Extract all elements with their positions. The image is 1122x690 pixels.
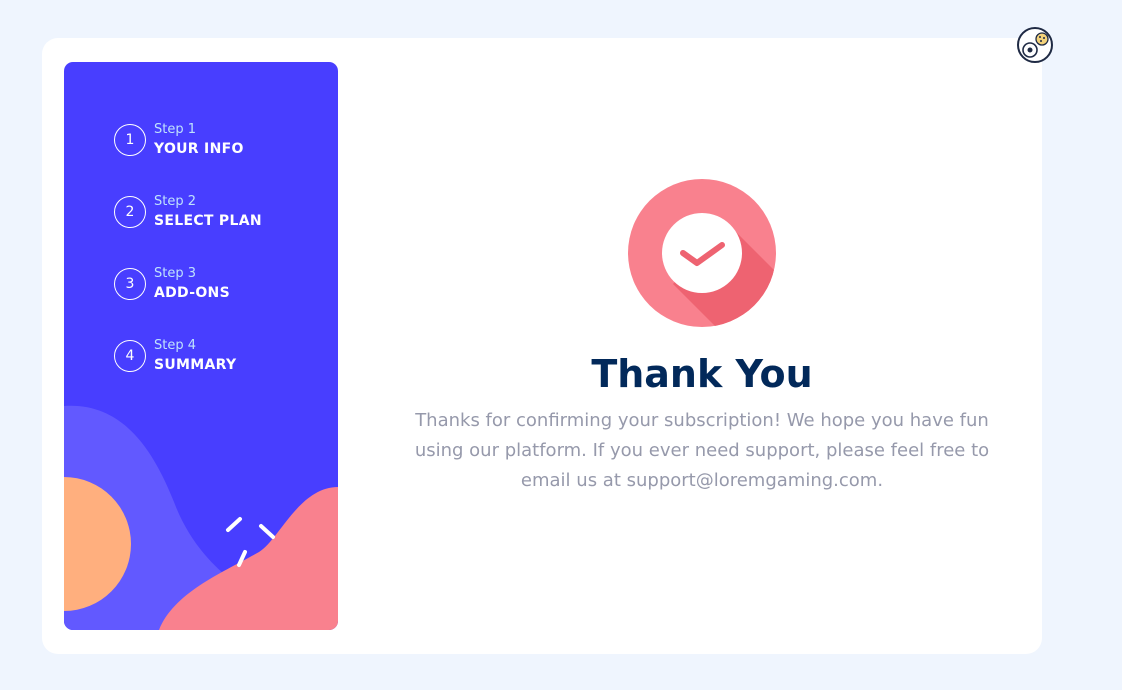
step-sidebar: 1 Step 1 YOUR INFO 2 Step 2 SELECT PLAN … xyxy=(64,62,338,630)
step-item-your-info[interactable]: 1 Step 1 YOUR INFO xyxy=(114,116,262,164)
step-number: 3 xyxy=(114,268,146,300)
step-label: Step 1 xyxy=(154,121,197,137)
checkmark-icon xyxy=(628,179,776,327)
thank-you-message: Thanks for confirming your subscription!… xyxy=(414,410,990,491)
page-title: Thank You xyxy=(591,352,813,396)
user-avatar-icon[interactable] xyxy=(1016,26,1054,64)
step-item-summary[interactable]: 4 Step 4 SUMMARY xyxy=(114,332,262,380)
step-title: ADD-ONS xyxy=(154,285,230,302)
step-title: SELECT PLAN xyxy=(154,213,262,230)
step-label: Step 3 xyxy=(154,265,197,281)
step-number: 4 xyxy=(114,340,146,372)
step-item-select-plan[interactable]: 2 Step 2 SELECT PLAN xyxy=(114,188,262,236)
step-title: YOUR INFO xyxy=(154,141,244,158)
step-label: Step 4 xyxy=(154,337,197,353)
step-number: 1 xyxy=(114,124,146,156)
step-list: 1 Step 1 YOUR INFO 2 Step 2 SELECT PLAN … xyxy=(114,116,262,404)
thank-you-panel: Thank You Thanks for confirming your sub… xyxy=(372,38,1032,654)
step-number: 2 xyxy=(114,196,146,228)
form-card: 1 Step 1 YOUR INFO 2 Step 2 SELECT PLAN … xyxy=(42,38,1042,654)
step-title: SUMMARY xyxy=(154,357,237,374)
step-item-add-ons[interactable]: 3 Step 3 ADD-ONS xyxy=(114,260,262,308)
step-label: Step 2 xyxy=(154,193,197,209)
